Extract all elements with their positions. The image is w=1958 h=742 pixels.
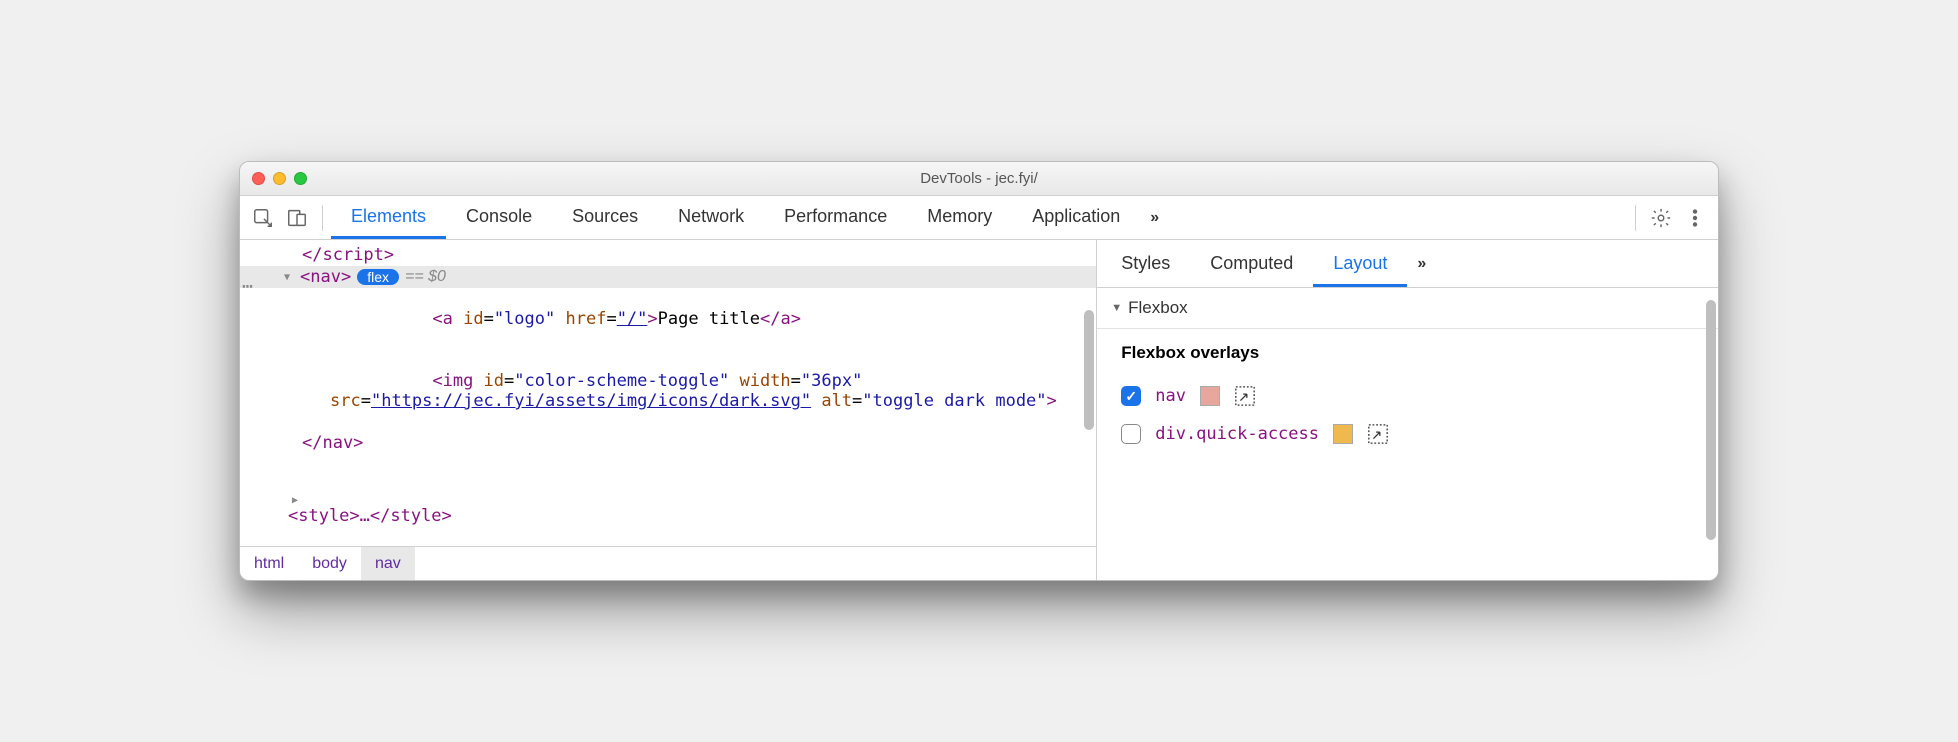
dom-node-style[interactable]: <style>…</style>	[240, 454, 1096, 546]
tab-layout[interactable]: Layout	[1313, 241, 1407, 287]
dom-node-script-close[interactable]: </script>	[240, 244, 1096, 266]
titlebar: DevTools - jec.fyi/	[240, 162, 1718, 196]
overlay-options-icon[interactable]	[1367, 423, 1389, 445]
flexbox-section-header[interactable]: ▼ Flexbox	[1097, 288, 1718, 329]
overlay-label[interactable]: nav	[1155, 386, 1186, 406]
overflow-indicator-icon[interactable]: ⋯	[242, 282, 254, 292]
sidebar-tabs: Styles Computed Layout »	[1097, 240, 1718, 288]
collapse-icon[interactable]	[280, 272, 294, 283]
overlay-options-icon[interactable]	[1234, 385, 1256, 407]
more-tabs-icon[interactable]: »	[1140, 209, 1169, 227]
divider	[1635, 205, 1636, 231]
window-title: DevTools - jec.fyi/	[240, 170, 1718, 187]
flexbox-overlays: Flexbox overlays nav div.quick-access	[1097, 329, 1718, 467]
sidebar-panel: Styles Computed Layout » ▼ Flexbox Flexb…	[1097, 240, 1718, 580]
tab-computed[interactable]: Computed	[1190, 241, 1313, 287]
tab-styles[interactable]: Styles	[1101, 241, 1190, 287]
dom-node-nav-close[interactable]: </nav>	[240, 432, 1096, 454]
device-toggle-icon[interactable]	[280, 201, 314, 235]
color-swatch[interactable]	[1333, 424, 1353, 444]
section-title: Flexbox	[1128, 298, 1188, 318]
color-swatch[interactable]	[1200, 386, 1220, 406]
panel-body: ⋯ </script> <nav> flex == $0 <a id="logo…	[240, 240, 1718, 580]
inspect-icon[interactable]	[246, 201, 280, 235]
divider	[322, 205, 323, 231]
overlay-row-quickaccess: div.quick-access	[1121, 415, 1694, 453]
scrollbar-thumb[interactable]	[1084, 310, 1094, 430]
tab-elements[interactable]: Elements	[331, 196, 446, 239]
devtools-window: DevTools - jec.fyi/ Elements Console Sou…	[239, 161, 1719, 581]
elements-panel: ⋯ </script> <nav> flex == $0 <a id="logo…	[240, 240, 1097, 580]
expand-icon[interactable]	[288, 495, 302, 506]
scrollbar-thumb[interactable]	[1706, 300, 1716, 540]
dom-node-img[interactable]: <img id="color-scheme-toggle" width="36p…	[240, 350, 1096, 432]
collapse-icon: ▼	[1111, 302, 1122, 314]
dom-node-nav-selected[interactable]: <nav> flex == $0	[240, 266, 1096, 288]
crumb-html[interactable]: html	[240, 547, 298, 580]
nav-open-tag: <nav>	[300, 267, 351, 287]
settings-icon[interactable]	[1644, 201, 1678, 235]
tab-network[interactable]: Network	[658, 196, 764, 239]
overlay-label[interactable]: div.quick-access	[1155, 424, 1319, 444]
more-sidebar-tabs-icon[interactable]: »	[1407, 255, 1436, 273]
dom-node-a[interactable]: <a id="logo" href="/">Page title</a>	[240, 288, 1096, 350]
dom-tree[interactable]: ⋯ </script> <nav> flex == $0 <a id="logo…	[240, 240, 1096, 546]
overlay-row-nav: nav	[1121, 377, 1694, 415]
tab-application[interactable]: Application	[1012, 196, 1140, 239]
overlay-checkbox[interactable]	[1121, 424, 1141, 444]
panel-tabs: Elements Console Sources Network Perform…	[331, 196, 1140, 239]
tab-memory[interactable]: Memory	[907, 196, 1012, 239]
console-reference: == $0	[405, 268, 446, 286]
crumb-nav[interactable]: nav	[361, 547, 415, 580]
crumb-body[interactable]: body	[298, 547, 361, 580]
tab-performance[interactable]: Performance	[764, 196, 907, 239]
tab-console[interactable]: Console	[446, 196, 552, 239]
main-toolbar: Elements Console Sources Network Perform…	[240, 196, 1718, 240]
kebab-menu-icon[interactable]	[1678, 201, 1712, 235]
overlays-heading: Flexbox overlays	[1121, 343, 1694, 363]
overlay-checkbox[interactable]	[1121, 386, 1141, 406]
flex-badge[interactable]: flex	[357, 269, 399, 285]
tab-sources[interactable]: Sources	[552, 196, 658, 239]
breadcrumb: html body nav	[240, 546, 1096, 580]
